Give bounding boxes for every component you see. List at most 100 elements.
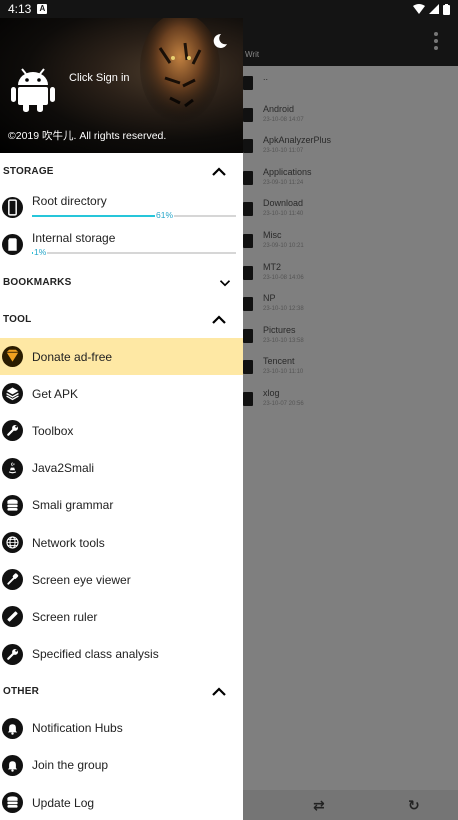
menu-item-specified-class-analysis[interactable]: Specified class analysis <box>0 636 243 673</box>
chevron-up-icon <box>212 167 226 176</box>
section-other-title: OTHER <box>3 685 39 697</box>
folder-icon <box>243 391 253 406</box>
menu-item-update-log[interactable]: Update Log <box>0 784 243 820</box>
background-file-name: Download <box>263 198 304 209</box>
section-storage[interactable]: STORAGE <box>0 153 243 190</box>
menu-item-smali-grammar[interactable]: Smali grammar <box>0 487 243 524</box>
menu-item-label: Join the group <box>32 758 109 773</box>
folder-icon <box>243 170 253 185</box>
battery-icon <box>443 3 450 15</box>
background-file-row: NP 23-10-10 12:38 <box>243 287 458 319</box>
background-path: Writ <box>245 50 260 59</box>
background-file-name: Tencent <box>263 356 295 367</box>
menu-item-label: Network tools <box>32 535 105 550</box>
menu-item-network-tools[interactable]: Network tools <box>0 524 243 561</box>
section-other[interactable]: OTHER <box>0 673 243 710</box>
background-file-name: NP <box>263 293 276 304</box>
menu-item-java2smali[interactable]: Java2Smali <box>0 450 243 487</box>
background-file-name: Misc <box>263 229 282 240</box>
background-file-name: .. <box>263 72 269 82</box>
menu-item-label: Specified class analysis <box>32 647 159 662</box>
background-file-list: .. Android 23-10-08 14:07 ApkAnalyzerPlus 23… <box>243 66 458 414</box>
wrench-icon <box>2 643 23 665</box>
background-file-name: xlog <box>263 387 280 398</box>
folder-icon <box>243 107 253 122</box>
drawer-header: Click Sign in ©2019 吹牛儿. All rights rese… <box>0 18 243 153</box>
menu-item-get-apk[interactable]: Get APK <box>0 375 243 412</box>
background-file-name: ApkAnalyzerPlus <box>263 135 332 146</box>
storage-usage-bar <box>32 215 236 217</box>
notification-icon: A <box>37 4 48 14</box>
ruler-icon <box>2 606 23 628</box>
folder-icon <box>243 76 253 90</box>
swap-icon: ⇄ <box>313 797 325 813</box>
menu-item-toolbox[interactable]: Toolbox <box>0 412 243 449</box>
background-file-row: xlog 23-10-07 20:56 <box>243 382 458 414</box>
menu-item-label: Donate ad-free <box>32 349 113 364</box>
background-file-date: 23-10-10 13:58 <box>263 337 304 344</box>
copyright-text: ©2019 吹牛儿. All rights reserved. <box>8 130 167 142</box>
menu-item-label: Get APK <box>32 386 79 401</box>
wrench-icon <box>2 420 23 442</box>
sdcard-icon <box>2 234 23 255</box>
storage-internal-storage[interactable]: Internal storage 1% <box>0 227 243 264</box>
wifi-icon <box>413 4 425 14</box>
background-file-row: ApkAnalyzerPlus 23-10-10 11:07 <box>243 129 458 161</box>
background-file-name: Pictures <box>263 324 296 335</box>
background-file-date: 23-10-08 14:06 <box>263 274 304 281</box>
menu-item-donate-ad-free[interactable]: Donate ad-free <box>0 338 243 376</box>
phone-icon <box>2 197 23 218</box>
java-icon <box>2 457 23 479</box>
overflow-menu-icon <box>434 32 438 50</box>
background-file-date: 23-10-10 11:10 <box>263 369 304 376</box>
background-file-date: 23-09-10 11:24 <box>263 179 304 186</box>
menu-item-screen-ruler[interactable]: Screen ruler <box>0 598 243 635</box>
background-file-date: 23-10-10 11:07 <box>263 148 304 155</box>
status-bar: 4:13 A <box>0 0 458 18</box>
storage-label: Internal storage <box>32 231 116 245</box>
menu-item-label: Screen eye viewer <box>32 572 131 587</box>
menu-item-label: Smali grammar <box>32 498 114 513</box>
storage-percent: 1% <box>33 247 48 257</box>
chevron-up-icon <box>212 687 226 696</box>
folder-icon <box>243 360 253 375</box>
menu-item-label: Toolbox <box>32 423 74 438</box>
storage-label: Root directory <box>32 194 107 208</box>
background-bottom-bar: ⇄ ↻ <box>243 790 458 820</box>
night-mode-icon[interactable] <box>212 33 228 49</box>
menu-item-join-the-group[interactable]: Join the group <box>0 747 243 784</box>
chevron-down-icon <box>219 280 231 287</box>
section-bookmarks[interactable]: BOOKMARKS <box>0 264 243 301</box>
menu-item-notification-hubs[interactable]: Notification Hubs <box>0 710 243 747</box>
storage-percent: 61% <box>155 210 175 220</box>
menu-item-label: Java2Smali <box>32 461 95 476</box>
background-file-row: Tencent 23-10-10 11:10 <box>243 350 458 382</box>
menu-item-label: Notification Hubs <box>32 721 123 736</box>
globe-icon <box>2 531 23 553</box>
background-file-date: 23-09-10 10:21 <box>263 242 304 249</box>
storage-root-directory[interactable]: Root directory 61% <box>0 190 243 227</box>
layers-icon <box>2 383 23 405</box>
section-bookmarks-title: BOOKMARKS <box>3 277 72 288</box>
bell-icon <box>2 717 23 739</box>
storage-usage-bar <box>32 252 236 254</box>
android-avatar-icon[interactable] <box>8 63 58 113</box>
sign-in-link[interactable]: Click Sign in <box>69 72 130 84</box>
background-file-date: 23-10-07 20:56 <box>263 400 304 407</box>
background-file-row: Android 23-10-08 14:07 <box>243 98 458 130</box>
database-icon <box>2 792 23 814</box>
background-file-date: 23-10-10 11:40 <box>263 211 304 218</box>
folder-icon <box>243 233 253 248</box>
menu-item-label: Update Log <box>32 795 95 810</box>
background-file-name: Android <box>263 103 295 114</box>
background-file-row: MT2 23-10-08 14:06 <box>243 256 458 288</box>
menu-item-screen-eye-viewer[interactable]: Screen eye viewer <box>0 561 243 598</box>
background-file-name: MT2 <box>263 261 281 272</box>
folder-icon <box>243 265 253 280</box>
status-time: 4:13 <box>8 2 32 16</box>
background-file-date: 23-10-08 14:07 <box>263 116 304 123</box>
diamond-icon <box>2 346 23 367</box>
section-tool[interactable]: TOOL <box>0 301 243 338</box>
database-icon <box>2 494 23 516</box>
bell-icon <box>2 754 23 776</box>
